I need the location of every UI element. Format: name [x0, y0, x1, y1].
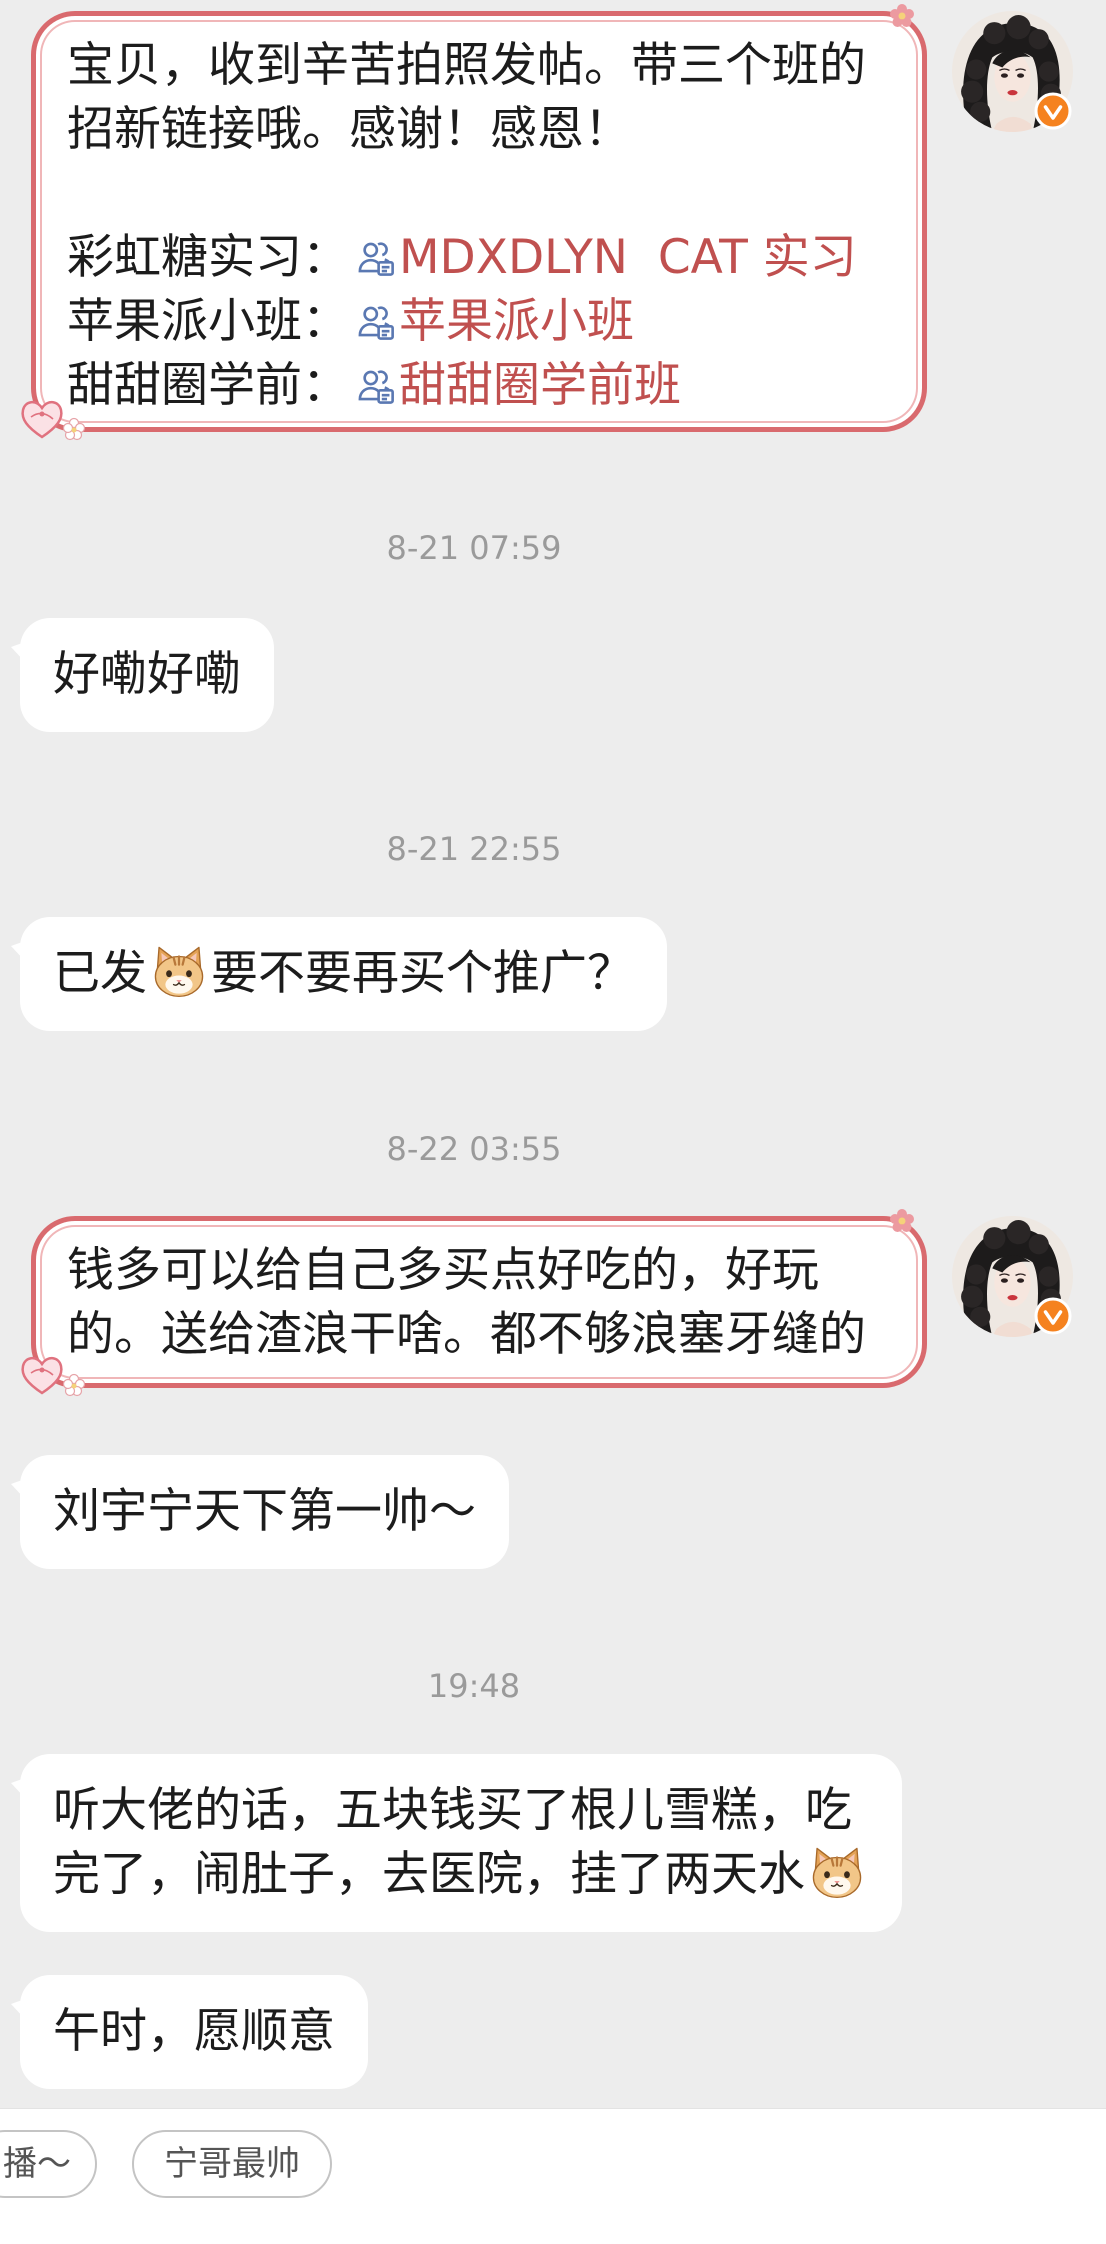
message-timestamp: 8-21 22:55 [386, 830, 562, 868]
group-link-row: 甜甜圈学前： 甜甜圈学前班 [67, 354, 891, 418]
message-text: 刘宇宁天下第一帅～ [53, 1484, 476, 1539]
quick-reply-bar: 播～ 宁哥最帅 [0, 2108, 1106, 2244]
group-chat-icon [358, 370, 394, 404]
incoming-message-bubble[interactable]: 听大佬的话，五块钱买了根儿雪糕，吃 完了，闹肚子，去医院，挂了两天水 [20, 1754, 902, 1932]
message-text-line: 的。送给渣浪干啥。都不够浪塞牙缝的 [67, 1307, 866, 1362]
group-chat-icon [358, 306, 394, 340]
group-link-row: 彩虹糖实习： MDXDLYN CAT 实习 [67, 226, 891, 290]
verified-badge-icon [1034, 92, 1072, 130]
group-link-row: 苹果派小班： 苹果派小班 [67, 290, 891, 354]
cat-face-emoji-icon [812, 1847, 862, 1899]
heart-ribbon-icon [21, 401, 86, 441]
heart-ribbon-icon [21, 1357, 86, 1397]
message-text: 已发 [53, 946, 147, 1001]
message-text-line: 招新链接哦。感谢！感恩！ [67, 102, 631, 157]
group-link-donut[interactable]: 甜甜圈学前班 [349, 358, 681, 413]
message-text: 要不要再买个推广？ [211, 946, 634, 1001]
incoming-message-bubble[interactable]: 刘宇宁天下第一帅～ [20, 1455, 509, 1569]
flower-icon [890, 4, 914, 27]
outgoing-message-bubble[interactable]: 宝贝，收到辛苦拍照发帖。带三个班的 招新链接哦。感谢！感恩！ 彩虹糖实习： MDX… [21, 4, 927, 441]
cat-face-emoji-icon [154, 946, 204, 998]
message-text-line: 完了，闹肚子，去医院，挂了两天水 [53, 1847, 805, 1902]
group-link-label: 甜甜圈学前： [67, 358, 349, 413]
group-link-label: 彩虹糖实习： [67, 230, 349, 285]
group-link-text: MDXDLYN CAT 实习 [399, 230, 857, 285]
message-timestamp: 19:48 [427, 1667, 521, 1705]
message-text: 午时，愿顺意 [53, 2004, 335, 2059]
message-timestamp: 8-22 03:55 [386, 1130, 562, 1168]
message-text-line: 宝贝，收到辛苦拍照发帖。带三个班的 [67, 38, 866, 93]
message-timestamp: 8-21 07:59 [386, 529, 562, 567]
flower-icon [890, 1209, 914, 1232]
incoming-message-bubble[interactable]: 已发 要不要再买个推广？ [20, 917, 667, 1031]
quick-reply-chip[interactable]: 播～ [0, 2130, 97, 2198]
group-link-rainbow-candy[interactable]: MDXDLYN CAT 实习 [349, 230, 857, 285]
incoming-message-bubble[interactable]: 好嘞好嘞 [20, 618, 274, 732]
group-link-text: 甜甜圈学前班 [399, 358, 681, 413]
outgoing-message-bubble[interactable]: 钱多可以给自己多买点好吃的，好玩 的。送给渣浪干啥。都不够浪塞牙缝的 [21, 1209, 927, 1397]
group-chat-icon [358, 242, 394, 276]
message-text-line: 钱多可以给自己多买点好吃的，好玩 [67, 1243, 819, 1298]
incoming-message-bubble[interactable]: 午时，愿顺意 [20, 1975, 368, 2089]
verified-badge-icon [1034, 1297, 1072, 1335]
user-avatar[interactable] [952, 11, 1073, 132]
group-link-label: 苹果派小班： [67, 294, 349, 349]
message-text-line-wrap: 完了，闹肚子，去医院，挂了两天水 [53, 1843, 869, 1907]
group-link-text: 苹果派小班 [399, 294, 634, 349]
group-link-apple-pie[interactable]: 苹果派小班 [349, 294, 634, 349]
message-text: 好嘞好嘞 [53, 647, 241, 702]
quick-reply-chip[interactable]: 宁哥最帅 [132, 2130, 332, 2198]
message-text-line: 听大佬的话，五块钱买了根儿雪糕，吃 [53, 1783, 852, 1838]
user-avatar[interactable] [952, 1216, 1073, 1337]
